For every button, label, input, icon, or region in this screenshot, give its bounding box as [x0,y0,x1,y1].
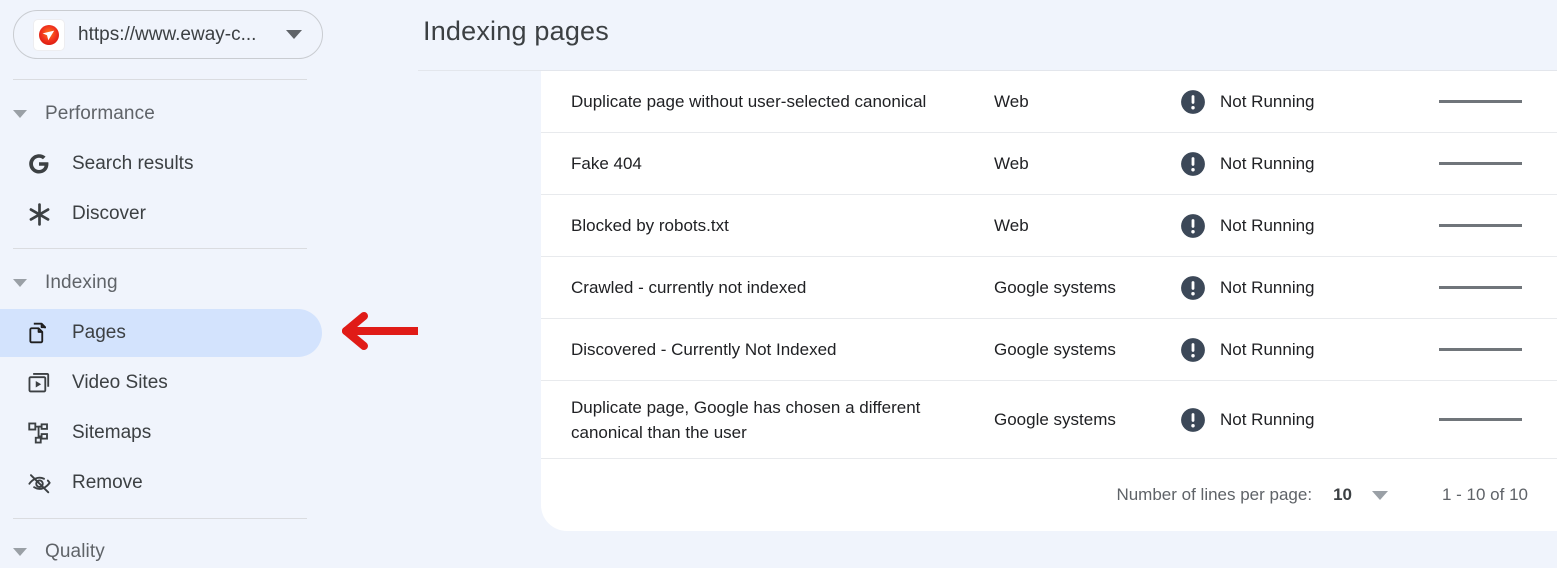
sidebar-item-label: Pages [72,322,126,343]
exclamation-circle-icon [1181,275,1205,300]
caret-down-icon [13,279,27,287]
sidebar-section-performance[interactable]: Performance [13,100,155,128]
table-row[interactable]: Fake 404 Web Not Running [541,133,1557,195]
table-row[interactable]: Duplicate page without user-selected can… [541,71,1557,133]
trend-sparkline-flat [1439,348,1522,351]
cell-validation: Not Running [1180,89,1400,115]
pages-copy-icon [24,318,54,348]
cell-reason: Blocked by robots.txt [571,216,729,235]
trend-sparkline-flat [1439,286,1522,289]
property-url: https://www.eway-c... [78,23,257,45]
cell-validation: Not Running [1180,213,1400,239]
trend-sparkline-flat [1439,162,1522,165]
search-console-app: https://www.eway-c... Performance Search… [0,0,1557,568]
cell-source: Google systems [994,409,1116,429]
cell-reason: Discovered - Currently Not Indexed [571,340,837,359]
indexing-reasons-table: Duplicate page without user-selected can… [541,71,1557,531]
sidebar-item-label: Search results [72,153,194,174]
sidebar-section-label: Performance [45,103,155,124]
cell-reason: Fake 404 [571,154,642,173]
property-selector[interactable]: https://www.eway-c... [13,10,323,59]
table-row[interactable]: Duplicate page, Google has chosen a diff… [541,381,1557,459]
trend-sparkline-flat [1439,100,1522,103]
caret-down-icon [13,110,27,118]
exclamation-circle-icon [1181,213,1205,238]
cell-reason: Duplicate page without user-selected can… [571,92,927,111]
sitemaps-hierarchy-icon [24,418,54,448]
google-g-icon [24,149,54,179]
cell-trend [1400,100,1557,103]
table-row[interactable]: Crawled - currently not indexed Google s… [541,257,1557,319]
validation-status-label: Not Running [1220,409,1315,429]
cell-source: Web [994,153,1029,173]
cell-validation: Not Running [1180,337,1400,363]
sidebar-section-label: Indexing [45,272,118,293]
validation-status-label: Not Running [1220,91,1315,111]
caret-down-icon [13,548,27,556]
cell-validation: Not Running [1180,407,1400,433]
sidebar-item-label: Video Sites [72,372,168,393]
cell-validation: Not Running [1180,275,1400,301]
validation-status-label: Not Running [1220,339,1315,359]
lines-per-page-value[interactable]: 10 [1333,485,1352,505]
sidebar-divider-bottom [13,518,307,519]
sidebar-item-label: Remove [72,472,143,493]
sidebar-section-quality[interactable]: Quality [13,538,105,566]
table-row[interactable]: Blocked by robots.txt Web Not Running [541,195,1557,257]
cell-validation: Not Running [1180,151,1400,177]
caret-down-icon[interactable] [1371,490,1388,500]
sidebar-item-sitemaps[interactable]: Sitemaps [0,409,322,457]
table-row[interactable]: Discovered - Currently Not Indexed Googl… [541,319,1557,381]
eye-off-icon [24,468,54,498]
exclamation-circle-icon [1181,89,1205,114]
cell-trend [1400,162,1557,165]
sidebar-item-search-results[interactable]: Search results [0,140,322,188]
sidebar-item-label: Sitemaps [72,422,152,443]
page-title: Indexing pages [423,16,609,46]
exclamation-circle-icon [1181,407,1205,432]
sidebar-section-indexing[interactable]: Indexing [13,269,118,297]
cell-source: Google systems [994,339,1116,359]
chevron-down-icon[interactable] [286,30,302,39]
pagination-range-label: 1 - 10 of 10 [1441,485,1528,504]
validation-status-label: Not Running [1220,277,1315,297]
trend-sparkline-flat [1439,418,1522,421]
validation-status-label: Not Running [1220,215,1315,235]
sidebar-divider-middle [13,248,307,249]
sidebar-item-video-sites[interactable]: Video Sites [0,359,322,407]
exclamation-circle-icon [1181,151,1205,176]
sidebar-divider-top [13,79,307,80]
cell-reason: Duplicate page, Google has chosen a diff… [571,397,921,442]
sidebar-section-label: Quality [45,541,105,562]
exclamation-circle-icon [1181,337,1205,362]
validation-status-label: Not Running [1220,153,1315,173]
sidebar: https://www.eway-c... Performance Search… [0,0,418,568]
cell-trend [1400,224,1557,227]
cell-source: Web [994,91,1029,111]
main-content: Indexing pages Duplicate page without us… [418,0,1557,568]
cell-trend [1400,286,1557,289]
cell-source: Google systems [994,277,1116,297]
trend-sparkline-flat [1439,224,1522,227]
table-pagination-footer: Number of lines per page: 10 1 - 10 of 1… [541,459,1557,531]
cell-trend [1400,418,1557,421]
site-favicon-icon [34,19,64,50]
sidebar-item-label: Discover [72,203,146,224]
sidebar-item-discover[interactable]: Discover [0,190,322,238]
video-sites-icon [24,368,54,398]
discover-asterisk-icon [24,199,54,229]
lines-per-page-label: Number of lines per page: [1116,485,1313,504]
sidebar-item-remove[interactable]: Remove [0,459,322,507]
cell-source: Web [994,215,1029,235]
cell-trend [1400,348,1557,351]
sidebar-item-pages[interactable]: Pages [0,309,322,357]
cell-reason: Crawled - currently not indexed [571,278,807,297]
